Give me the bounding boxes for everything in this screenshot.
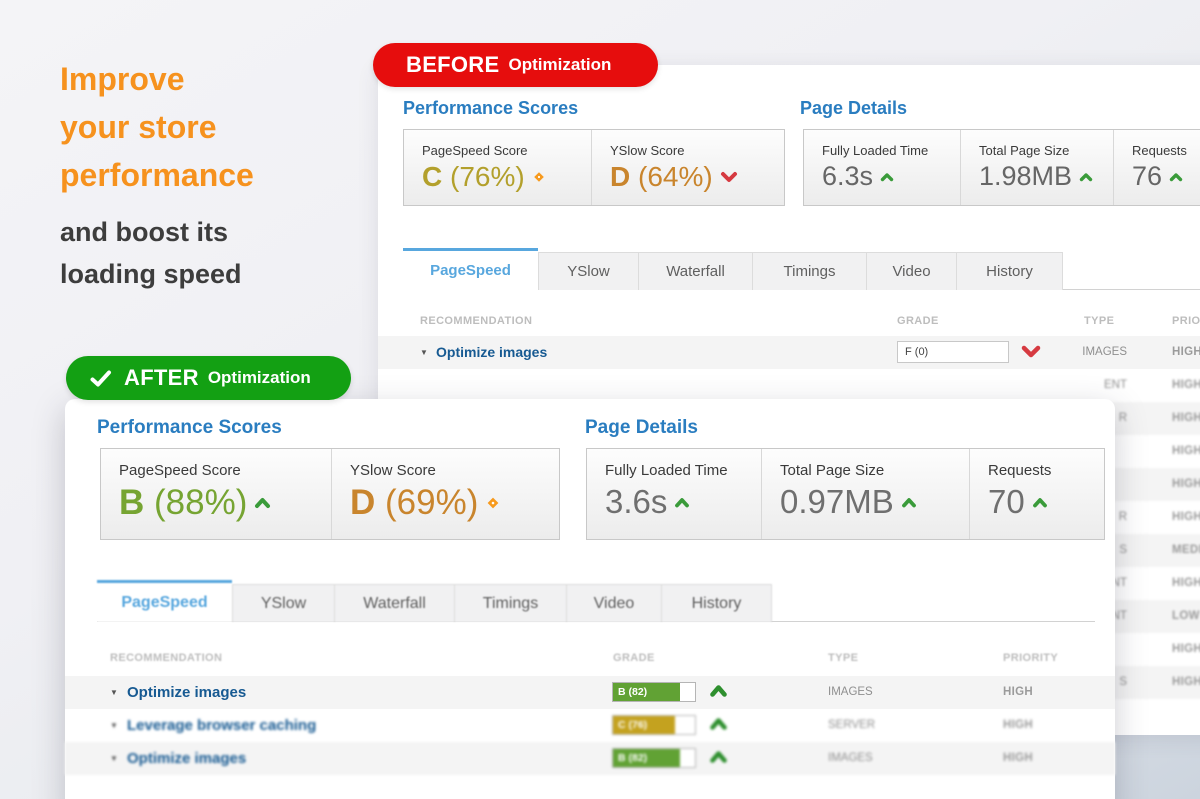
row-priority: HIGH: [1003, 686, 1033, 698]
requests-value: 70: [988, 483, 1025, 521]
hero-title-line: performance: [60, 151, 254, 199]
before-fully-loaded-cell: Fully Loaded Time 6.3s: [804, 130, 960, 205]
tab-yslow[interactable]: YSlow: [538, 252, 639, 290]
row-expand-caret[interactable]: ▼: [110, 754, 118, 763]
tab-history[interactable]: History: [662, 584, 772, 622]
grade-bar: C (76): [612, 715, 696, 735]
recommendation-link[interactable]: Optimize images: [436, 344, 547, 360]
before-optimization-badge: BEFORE Optimization: [373, 43, 658, 87]
yslow-grade: D (64%): [610, 161, 713, 193]
before-page-details-heading: Page Details: [800, 98, 907, 119]
table-row[interactable]: ▼ Optimize images B (82) IMAGES HIGH: [65, 676, 1115, 709]
checkmark-icon: [90, 370, 112, 387]
row-priority: HIGH: [1003, 752, 1033, 764]
tab-timings[interactable]: Timings: [753, 252, 867, 290]
after-pagespeed-score-cell: PageSpeed Score B (88%): [101, 449, 331, 539]
row-type: IMAGES: [828, 752, 873, 764]
yslow-score-label: YSlow Score: [350, 462, 559, 479]
row-type: IMAGES: [828, 686, 873, 698]
chevron-down-icon: [720, 171, 738, 183]
after-page-details-heading: Page Details: [585, 417, 698, 439]
requests-value: 76: [1132, 161, 1162, 192]
row-priority: HIGH: [1172, 346, 1200, 358]
after-performance-scores-heading: Performance Scores: [97, 417, 282, 439]
hero-subtitle-line: and boost its: [60, 211, 254, 253]
diamond-icon: [532, 170, 546, 184]
total-page-size-value: 1.98MB: [979, 161, 1072, 192]
row-expand-caret[interactable]: ▼: [110, 688, 118, 697]
chevron-up-icon: [1079, 172, 1093, 182]
before-performance-scores-box: PageSpeed Score C (76%) YSlow Score D (6…: [403, 129, 785, 206]
before-pagespeed-score-cell: PageSpeed Score C (76%): [404, 130, 591, 205]
after-page-details-box: Fully Loaded Time 3.6s Total Page Size 0…: [586, 448, 1105, 540]
recommendation-link[interactable]: Leverage browser caching: [127, 717, 316, 734]
chevron-up-icon: [709, 684, 728, 698]
before-page-size-cell: Total Page Size 1.98MB: [960, 130, 1113, 205]
chevron-up-icon: [901, 497, 917, 508]
chevron-up-icon: [709, 750, 728, 764]
after-report-panel: Performance Scores PageSpeed Score B (88…: [65, 399, 1115, 799]
diamond-icon: [485, 495, 501, 511]
table-row[interactable]: ▼ Leverage browser caching C (76) SERVER…: [65, 709, 1115, 742]
chevron-up-icon: [880, 172, 894, 182]
tab-yslow[interactable]: YSlow: [232, 584, 335, 622]
after-performance-scores-box: PageSpeed Score B (88%) YSlow Score D (6…: [100, 448, 560, 540]
row-type: SERVER: [828, 719, 875, 731]
table-row[interactable]: ▼ Optimize images F (0) IMAGES HIGH: [378, 336, 1200, 369]
tab-timings[interactable]: Timings: [455, 584, 567, 622]
table-row[interactable]: ▼ Optimize images B (82) IMAGES HIGH: [65, 742, 1115, 775]
before-performance-scores-heading: Performance Scores: [403, 98, 578, 119]
after-yslow-score-cell: YSlow Score D (69%): [331, 449, 559, 539]
tab-pagespeed[interactable]: PageSpeed: [97, 580, 232, 622]
pagespeed-grade: C (76%): [422, 161, 525, 193]
tab-video[interactable]: Video: [867, 252, 957, 290]
tab-waterfall[interactable]: Waterfall: [335, 584, 455, 622]
hero-title-line: your store: [60, 103, 254, 151]
pagespeed-score-label: PageSpeed Score: [119, 462, 331, 479]
after-fully-loaded-cell: Fully Loaded Time 3.6s: [587, 449, 761, 539]
before-requests-cell: Requests 76: [1113, 130, 1200, 205]
chevron-up-icon: [709, 717, 728, 731]
table-row[interactable]: ENT HIGH: [378, 369, 1200, 402]
recommendation-link[interactable]: Optimize images: [127, 684, 246, 701]
after-page-size-cell: Total Page Size 0.97MB: [761, 449, 969, 539]
chevron-up-icon: [254, 497, 271, 509]
chevron-up-icon: [1032, 497, 1048, 508]
after-requests-cell: Requests 70: [969, 449, 1104, 539]
grade-bar: B (82): [612, 748, 696, 768]
row-expand-caret[interactable]: ▼: [110, 721, 118, 730]
row-type: IMAGES: [978, 346, 1127, 358]
promo-canvas: Performance Scores PageSpeed Score C (76…: [0, 0, 1200, 799]
pagespeed-score-label: PageSpeed Score: [422, 143, 591, 158]
after-optimization-badge: AFTER Optimization: [66, 356, 351, 400]
tab-pagespeed[interactable]: PageSpeed: [403, 248, 538, 290]
before-tabs: PageSpeed YSlow Waterfall Timings Video …: [403, 248, 1063, 290]
hero-title-line: Improve: [60, 55, 254, 103]
tab-history[interactable]: History: [957, 252, 1063, 290]
hero-subtitle-line: loading speed: [60, 253, 254, 295]
fully-loaded-time-value: 6.3s: [822, 161, 873, 192]
before-page-details-box: Fully Loaded Time 6.3s Total Page Size 1…: [803, 129, 1200, 206]
tab-video[interactable]: Video: [567, 584, 662, 622]
yslow-grade: D (69%): [350, 483, 478, 523]
total-page-size-value: 0.97MB: [780, 483, 894, 521]
row-expand-caret[interactable]: ▼: [420, 348, 428, 357]
tab-waterfall[interactable]: Waterfall: [639, 252, 753, 290]
yslow-score-label: YSlow Score: [610, 143, 784, 158]
pagespeed-grade: B (88%): [119, 483, 247, 523]
chevron-up-icon: [674, 497, 690, 508]
after-tabs: PageSpeed YSlow Waterfall Timings Video …: [97, 580, 772, 622]
before-yslow-score-cell: YSlow Score D (64%): [591, 130, 784, 205]
fully-loaded-time-value: 3.6s: [605, 483, 667, 521]
grade-bar: B (82): [612, 682, 696, 702]
row-priority: HIGH: [1003, 719, 1033, 731]
recommendation-link[interactable]: Optimize images: [127, 750, 246, 767]
hero-text: Improve your store performance and boost…: [60, 55, 254, 295]
chevron-up-icon: [1169, 172, 1183, 182]
